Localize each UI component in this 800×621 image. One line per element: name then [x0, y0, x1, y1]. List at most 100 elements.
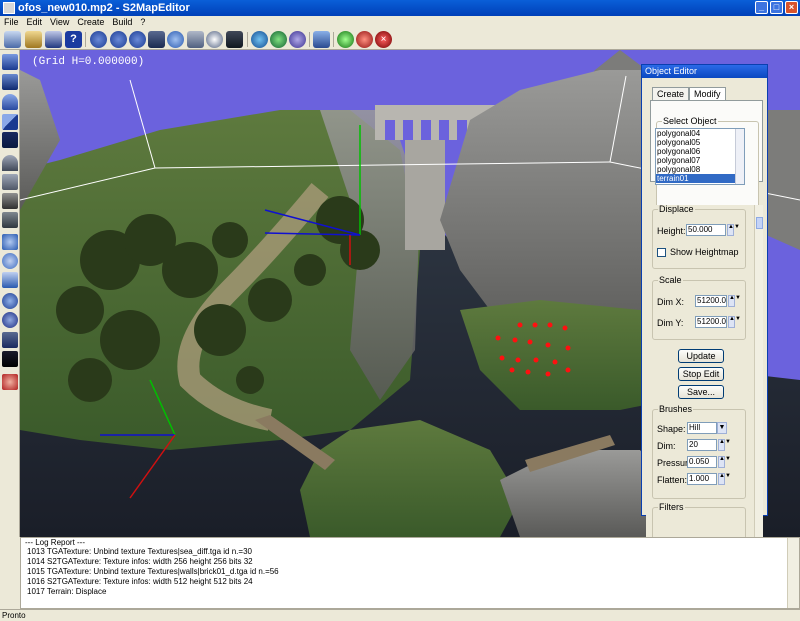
flatten-spinner[interactable]: ▲▼ [718, 473, 731, 485]
list-item[interactable]: polygonal06 [656, 147, 744, 156]
list-item[interactable]: polygonal08 [656, 165, 744, 174]
tool-d-icon[interactable] [148, 31, 165, 48]
show-heightmap-label: Show Heightmap [670, 247, 739, 257]
tool-c-icon[interactable] [129, 31, 146, 48]
plane-icon[interactable] [2, 132, 18, 148]
menu-file[interactable]: File [0, 16, 23, 29]
globe-icon[interactable] [251, 31, 268, 48]
height-spinner[interactable]: ▲▼ [727, 224, 740, 236]
editor-tabs: Create Modify [652, 87, 726, 100]
dimy-spinner[interactable]: ▲▼ [728, 316, 741, 328]
box-shaded-icon[interactable] [2, 74, 18, 90]
arch-icon[interactable] [2, 155, 18, 171]
tool-b-icon[interactable] [110, 31, 127, 48]
list-item-selected[interactable]: terrain01 [656, 174, 744, 183]
dim-spinner[interactable]: ▲▼ [718, 439, 731, 451]
dim-input[interactable]: 20 [687, 439, 717, 451]
list-item[interactable]: polygonal07 [656, 156, 744, 165]
close-button[interactable]: × [785, 1, 798, 14]
dimx-spinner[interactable]: ▲▼ [728, 295, 741, 307]
object-icon[interactable] [2, 212, 18, 228]
menu-view[interactable]: View [46, 16, 73, 29]
stop-icon[interactable]: × [375, 31, 392, 48]
maximize-button[interactable]: □ [770, 1, 783, 14]
scrollbar-thumb[interactable] [756, 217, 763, 229]
properties-scrollbar[interactable] [754, 205, 763, 572]
menu-build[interactable]: Build [108, 16, 136, 29]
save-button[interactable]: Save... [678, 385, 724, 399]
list-item[interactable]: polygonal05 [656, 138, 744, 147]
menu-edit[interactable]: Edit [23, 16, 47, 29]
dimy-input[interactable]: 51200.0 [695, 316, 727, 328]
title-bar: ofos_new010.mp2 - S2MapEditor _ □ × [0, 0, 800, 16]
minimize-button[interactable]: _ [755, 1, 768, 14]
camera-icon[interactable] [2, 351, 18, 367]
app-icon [3, 2, 15, 14]
zoom-icon[interactable] [206, 31, 223, 48]
move-icon[interactable] [2, 234, 18, 250]
properties-scroll-area: Displace Height: 50.000 ▲▼ Show Heightma… [646, 205, 763, 572]
main-toolbar: ? × [0, 29, 800, 50]
left-toolbar [0, 50, 20, 537]
brushes-group: Brushes Shape: Hill ▼ Dim: 20 ▲▼ Pressur… [652, 404, 746, 499]
update-button[interactable]: Update [678, 349, 724, 363]
grid-height-label: (Grid H=0.000000) [32, 56, 145, 68]
object-editor-title[interactable]: Object Editor [642, 65, 767, 78]
status-bar: Pronto [0, 609, 800, 621]
texture-sphere-icon[interactable] [289, 31, 306, 48]
menu-create[interactable]: Create [73, 16, 108, 29]
rotate-view-icon[interactable] [167, 31, 184, 48]
group-b-icon[interactable] [2, 193, 18, 209]
log-line: 1013 TGATexture: Unbind texture Textures… [27, 547, 252, 556]
flatten-input[interactable]: 1.000 [687, 473, 717, 485]
show-heightmap-checkbox[interactable] [657, 248, 666, 257]
mesh-icon[interactable] [2, 332, 18, 348]
pressure-spinner[interactable]: ▲▼ [718, 456, 731, 468]
wedge-icon[interactable] [2, 114, 18, 130]
scale-icon[interactable] [2, 272, 18, 288]
shape-select[interactable]: Hill [687, 422, 717, 434]
tab-create[interactable]: Create [652, 87, 690, 100]
help-icon[interactable]: ? [65, 31, 82, 48]
tool-a-icon[interactable] [90, 31, 107, 48]
dim-label: Dim: [657, 441, 676, 451]
list-scrollbar[interactable] [735, 129, 744, 184]
object-list[interactable]: polygonal04 polygonal05 polygonal06 poly… [655, 128, 745, 185]
dimx-input[interactable]: 51200.0 [695, 295, 727, 307]
globe-tool-icon[interactable] [2, 293, 18, 309]
light-icon[interactable] [2, 374, 18, 390]
displace-legend: Displace [658, 205, 695, 214]
chevron-down-icon[interactable]: ▼ [717, 422, 727, 434]
save-icon[interactable] [45, 31, 62, 48]
dimx-label: Dim X: [657, 297, 684, 307]
stop-edit-button[interactable]: Stop Edit [678, 367, 724, 381]
new-icon[interactable] [4, 31, 21, 48]
pipe-icon[interactable] [2, 94, 18, 110]
move-view-icon[interactable] [187, 31, 204, 48]
object-editor-panel: Object Editor Create Modify Select Objec… [641, 64, 768, 572]
rotate-icon[interactable] [2, 253, 18, 269]
scale-group: Scale Dim X: 51200.0 ▲▼ Dim Y: 51200.0 ▲… [652, 275, 746, 340]
menu-bar: File Edit View Create Build ? [0, 16, 800, 29]
red-light-icon[interactable] [356, 31, 373, 48]
pressure-input[interactable]: 0.050 [687, 456, 717, 468]
log-scrollbar[interactable] [787, 538, 799, 608]
tab-modify[interactable]: Modify [689, 87, 726, 100]
network-icon[interactable] [313, 31, 330, 48]
height-label: Height: [657, 226, 686, 236]
green-light-icon[interactable] [337, 31, 354, 48]
menu-help[interactable]: ? [136, 16, 149, 29]
flatten-label: Flatten: [657, 475, 688, 485]
render-icon[interactable] [226, 31, 243, 48]
user-icon[interactable] [2, 312, 18, 328]
log-header: --- Log Report --- [25, 538, 86, 547]
box-icon[interactable] [2, 54, 18, 70]
sphere-icon[interactable] [270, 31, 287, 48]
displace-group: Displace Height: 50.000 ▲▼ Show Heightma… [652, 205, 746, 269]
group-icon[interactable] [2, 174, 18, 190]
scale-legend: Scale [658, 275, 683, 285]
open-icon[interactable] [25, 31, 42, 48]
log-line: 1014 S2TGATexture: Texture infos: width … [27, 557, 253, 566]
height-input[interactable]: 50.000 [686, 224, 726, 236]
list-item[interactable]: polygonal04 [656, 129, 744, 138]
